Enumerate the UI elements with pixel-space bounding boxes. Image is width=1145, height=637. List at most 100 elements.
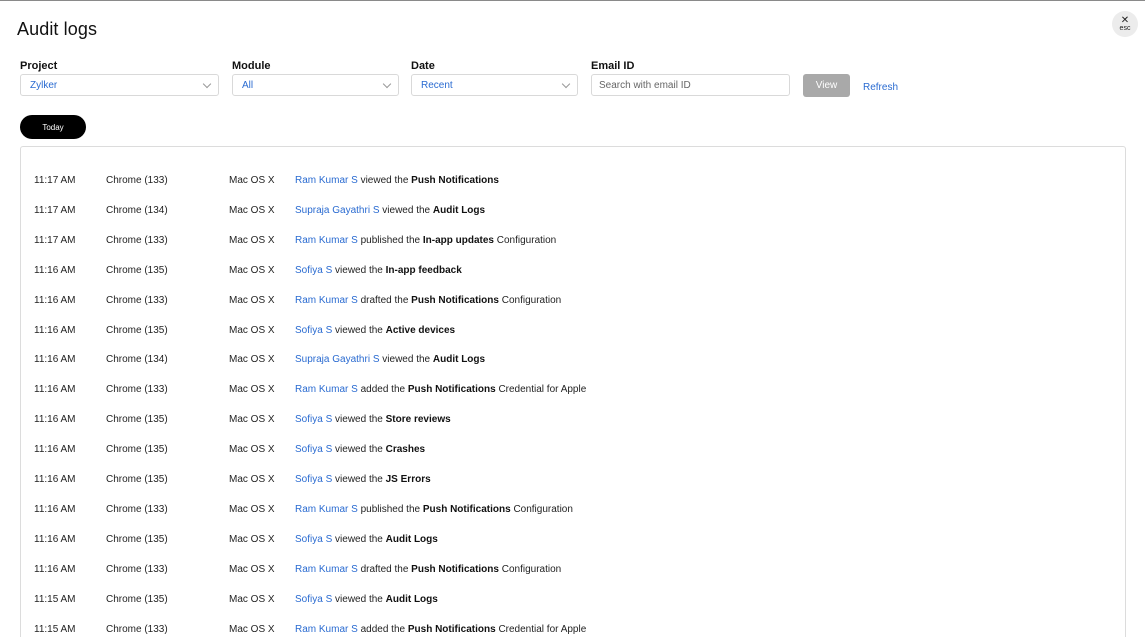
log-description: Supraja Gayathri S viewed the Audit Logs	[295, 201, 485, 221]
log-os: Mac OS X	[229, 414, 275, 426]
log-action: viewed the	[335, 474, 383, 485]
log-action: published the	[360, 234, 421, 246]
log-user-link[interactable]: Sofiya S	[295, 414, 332, 425]
view-button[interactable]: View	[803, 74, 850, 97]
log-description: Sofiya S viewed the Audit Logs	[295, 530, 438, 550]
module-select[interactable]: All	[232, 74, 399, 96]
chevron-down-icon	[561, 79, 571, 88]
log-user-link[interactable]: Sofiya S	[295, 474, 332, 485]
log-user-link[interactable]: Ram Kumar S	[295, 235, 358, 246]
log-description: Sofiya S viewed the Crashes	[295, 440, 425, 460]
log-os: Mac OS X	[229, 563, 275, 575]
log-user-link[interactable]: Sofiya S	[295, 325, 332, 336]
log-description: Ram Kumar S viewed the Push Notification…	[295, 171, 499, 191]
log-time: 11:16 AM	[34, 354, 76, 366]
log-os: Mac OS X	[229, 623, 275, 635]
log-os: Mac OS X	[229, 324, 275, 336]
log-time: 11:16 AM	[34, 474, 76, 485]
log-time: 11:16 AM	[34, 384, 76, 396]
log-browser: Chrome (135)	[106, 474, 168, 485]
log-target: Push Notifications	[411, 175, 499, 186]
log-target: Push Notifications	[407, 384, 496, 396]
log-user-link[interactable]: Sofiya S	[295, 265, 332, 276]
log-action: viewed the	[335, 593, 383, 605]
log-user-link[interactable]: Ram Kumar S	[295, 295, 358, 306]
log-action: viewed the	[335, 324, 383, 336]
log-target: Push Notifications	[407, 623, 496, 635]
log-os: Mac OS X	[229, 503, 275, 515]
log-action: viewed the	[382, 204, 431, 216]
log-user-link[interactable]: Ram Kumar S	[295, 175, 358, 186]
log-browser: Chrome (135)	[106, 593, 168, 605]
log-user-link[interactable]: Supraja Gayathri S	[295, 354, 380, 365]
log-os: Mac OS X	[229, 234, 275, 246]
log-description: Supraja Gayathri S viewed the Audit Logs	[295, 350, 485, 370]
log-time: 11:16 AM	[34, 444, 76, 456]
log-time: 11:16 AM	[34, 533, 76, 545]
log-browser: Chrome (133)	[106, 503, 168, 515]
log-action: drafted the	[360, 563, 409, 575]
log-os: Mac OS X	[229, 533, 275, 545]
module-label: Module	[232, 60, 271, 72]
log-user-link[interactable]: Ram Kumar S	[295, 504, 358, 515]
log-time: 11:16 AM	[34, 324, 76, 336]
log-action: drafted the	[360, 294, 409, 306]
date-select[interactable]: Recent	[411, 74, 578, 96]
email-search-input[interactable]	[591, 74, 790, 96]
log-target: JS Errors	[385, 474, 431, 485]
log-user-link[interactable]: Supraja Gayathri S	[295, 205, 380, 216]
log-time: 11:16 AM	[34, 503, 76, 515]
log-user-link[interactable]: Sofiya S	[295, 444, 332, 455]
log-target: Audit Logs	[432, 204, 486, 216]
log-target: Push Notifications	[411, 294, 499, 306]
log-browser: Chrome (133)	[106, 234, 168, 246]
log-description: Ram Kumar S added the Push Notifications…	[295, 380, 586, 400]
log-target: Store reviews	[385, 414, 451, 426]
log-browser: Chrome (133)	[106, 563, 168, 575]
log-os: Mac OS X	[229, 175, 275, 186]
log-row: 11:15 AM Chrome (133) Mac OS X Ram Kumar S …	[21, 620, 1125, 637]
project-filter: Project Zylker	[20, 60, 219, 96]
close-button[interactable]: ✕ esc	[1112, 11, 1138, 37]
log-time: 11:16 AM	[34, 414, 76, 426]
email-label: Email ID	[591, 60, 635, 72]
log-row: 11:17 AM Chrome (133) Mac OS X Ram Kumar S …	[21, 171, 1125, 191]
log-target: In-app updates	[422, 234, 494, 246]
log-description: Ram Kumar S added the Push Notifications…	[295, 620, 586, 637]
project-select[interactable]: Zylker	[20, 74, 219, 96]
log-user-link[interactable]: Sofiya S	[295, 594, 332, 605]
log-action: viewed the	[360, 175, 409, 186]
log-browser: Chrome (133)	[106, 623, 168, 635]
log-user-link[interactable]: Ram Kumar S	[295, 624, 358, 635]
log-time: 11:17 AM	[34, 204, 76, 216]
log-target: Crashes	[385, 444, 426, 456]
log-suffix: Credential for Apple	[498, 623, 587, 635]
log-description: Ram Kumar S drafted the Push Notificatio…	[295, 560, 561, 580]
log-suffix: Configuration	[501, 294, 562, 306]
refresh-link[interactable]: Refresh	[863, 82, 898, 93]
log-browser: Chrome (133)	[106, 384, 168, 396]
log-user-link[interactable]: Ram Kumar S	[295, 384, 358, 395]
log-action: viewed the	[382, 354, 431, 366]
esc-label: esc	[1119, 24, 1131, 32]
log-row: 11:16 AM Chrome (133) Mac OS X Ram Kumar S …	[21, 291, 1125, 311]
log-action: viewed the	[335, 444, 383, 456]
log-row: 11:16 AM Chrome (135) Mac OS X Sofiya S vie…	[21, 440, 1125, 460]
log-target: In-app feedback	[385, 264, 462, 276]
log-browser: Chrome (133)	[106, 175, 168, 186]
log-row: 11:17 AM Chrome (133) Mac OS X Ram Kumar S …	[21, 231, 1125, 251]
log-user-link[interactable]: Sofiya S	[295, 534, 332, 545]
log-time: 11:17 AM	[34, 175, 76, 186]
log-os: Mac OS X	[229, 294, 275, 306]
log-row: 11:16 AM Chrome (135) Mac OS X Sofiya S vie…	[21, 321, 1125, 341]
log-action: added the	[360, 623, 406, 635]
chevron-down-icon	[382, 79, 392, 88]
log-os: Mac OS X	[229, 593, 275, 605]
log-user-link[interactable]: Ram Kumar S	[295, 564, 358, 575]
log-time: 11:17 AM	[34, 234, 76, 246]
date-filter: Date Recent	[411, 60, 578, 96]
log-browser: Chrome (135)	[106, 414, 168, 426]
today-filter-pill[interactable]: Today	[20, 115, 86, 139]
log-row: 11:16 AM Chrome (133) Mac OS X Ram Kumar S …	[21, 560, 1125, 580]
log-row: 11:16 AM Chrome (133) Mac OS X Ram Kumar S …	[21, 500, 1125, 520]
